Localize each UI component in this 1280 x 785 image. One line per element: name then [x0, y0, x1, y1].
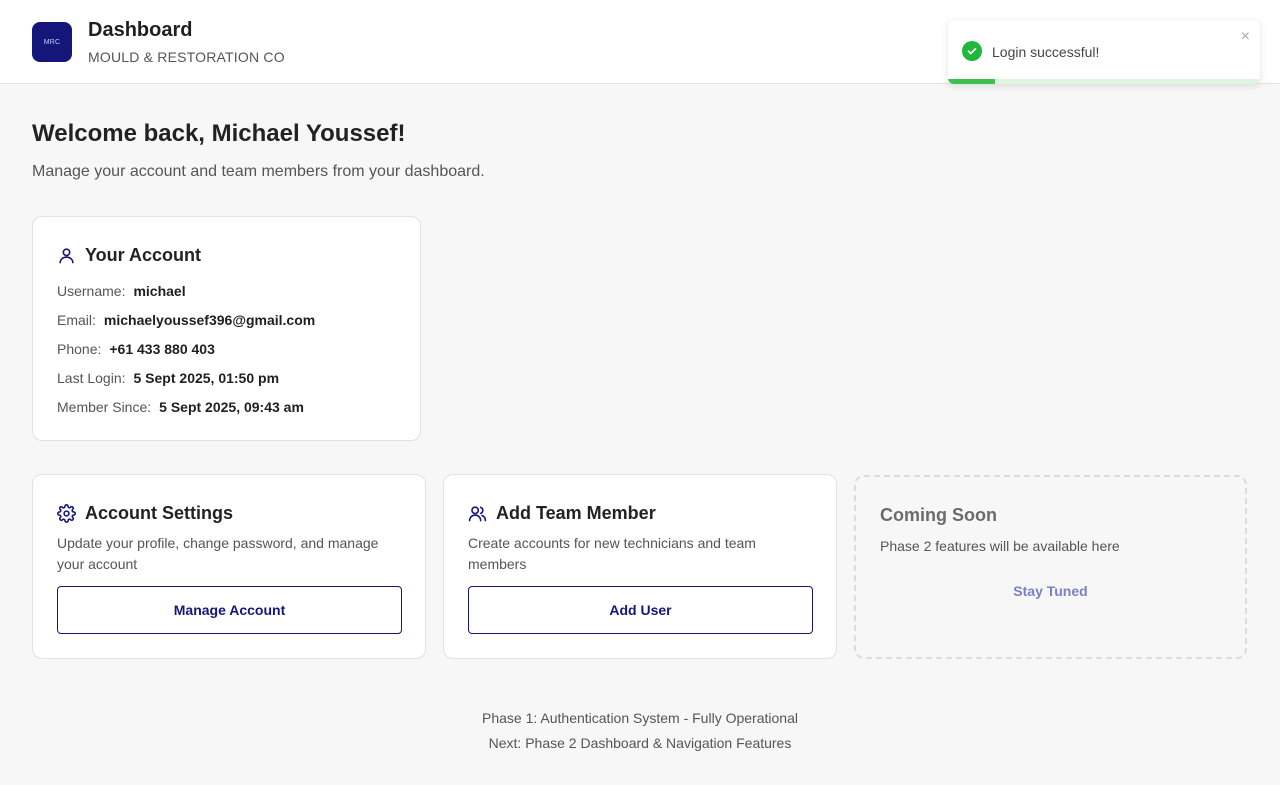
add-user-button[interactable]: Add User	[468, 586, 813, 634]
last-login-value: 5 Sept 2025, 01:50 pm	[133, 370, 280, 386]
company-logo: MRC	[32, 22, 72, 62]
toast-progress-track	[948, 79, 1260, 84]
stay-tuned-button: Stay Tuned	[1013, 583, 1088, 599]
login-toast: Login successful! ×	[948, 20, 1260, 84]
company-name: MOULD & RESTORATION CO	[88, 49, 285, 65]
add-team-member-card: Add Team Member Create accounts for new …	[443, 474, 837, 659]
username-label: Username:	[57, 283, 126, 299]
user-icon	[57, 246, 76, 265]
gear-icon	[57, 504, 76, 523]
account-member-since-row: Member Since: 5 Sept 2025, 09:43 am	[57, 399, 304, 415]
manage-account-button[interactable]: Manage Account	[57, 586, 402, 634]
toast-progress-bar	[948, 79, 995, 84]
team-card-description: Create accounts for new technicians and …	[468, 535, 756, 572]
team-card-title: Add Team Member	[496, 503, 656, 523]
member-since-value: 5 Sept 2025, 09:43 am	[159, 399, 304, 415]
member-since-label: Member Since:	[57, 399, 152, 415]
welcome-heading: Welcome back, Michael Youssef!	[32, 120, 406, 147]
phone-value: +61 433 880 403	[109, 341, 215, 357]
close-icon[interactable]: ×	[1241, 28, 1250, 46]
phone-label: Phone:	[57, 341, 102, 357]
settings-card-description: Update your profile, change password, an…	[57, 535, 379, 572]
coming-soon-card: Coming Soon Phase 2 features will be ava…	[854, 475, 1247, 659]
account-settings-card: Account Settings Update your profile, ch…	[32, 474, 426, 659]
account-card-header: Your Account	[57, 245, 201, 266]
toast-message: Login successful!	[992, 44, 1100, 60]
account-email-row: Email: michaelyoussef396@gmail.com	[57, 312, 315, 328]
coming-soon-title: Coming Soon	[880, 505, 997, 525]
last-login-label: Last Login:	[57, 370, 126, 386]
page-title: Dashboard	[88, 19, 193, 41]
team-card-header: Add Team Member	[468, 503, 656, 524]
email-value: michaelyoussef396@gmail.com	[103, 312, 316, 328]
coming-soon-description: Phase 2 features will be available here	[880, 538, 1120, 554]
account-card: Your Account Username: michael Email: mich…	[32, 216, 421, 441]
account-last-login-row: Last Login: 5 Sept 2025, 01:50 pm	[57, 370, 279, 386]
email-label: Email:	[57, 312, 96, 328]
account-username-row: Username: michael	[57, 283, 186, 299]
settings-card-title: Account Settings	[85, 503, 234, 523]
check-circle-icon	[962, 41, 982, 61]
footer-next-line: Next: Phase 2 Dashboard & Navigation Fea…	[488, 735, 792, 751]
account-card-title: Your Account	[85, 245, 201, 265]
settings-card-header: Account Settings	[57, 503, 233, 524]
users-icon	[468, 504, 487, 523]
account-phone-row: Phone: +61 433 880 403	[57, 341, 215, 357]
footer-status-line: Phase 1: Authentication System - Fully O…	[482, 710, 798, 726]
username-value: michael	[133, 283, 186, 299]
welcome-subtitle: Manage your account and team members fro…	[32, 163, 485, 180]
